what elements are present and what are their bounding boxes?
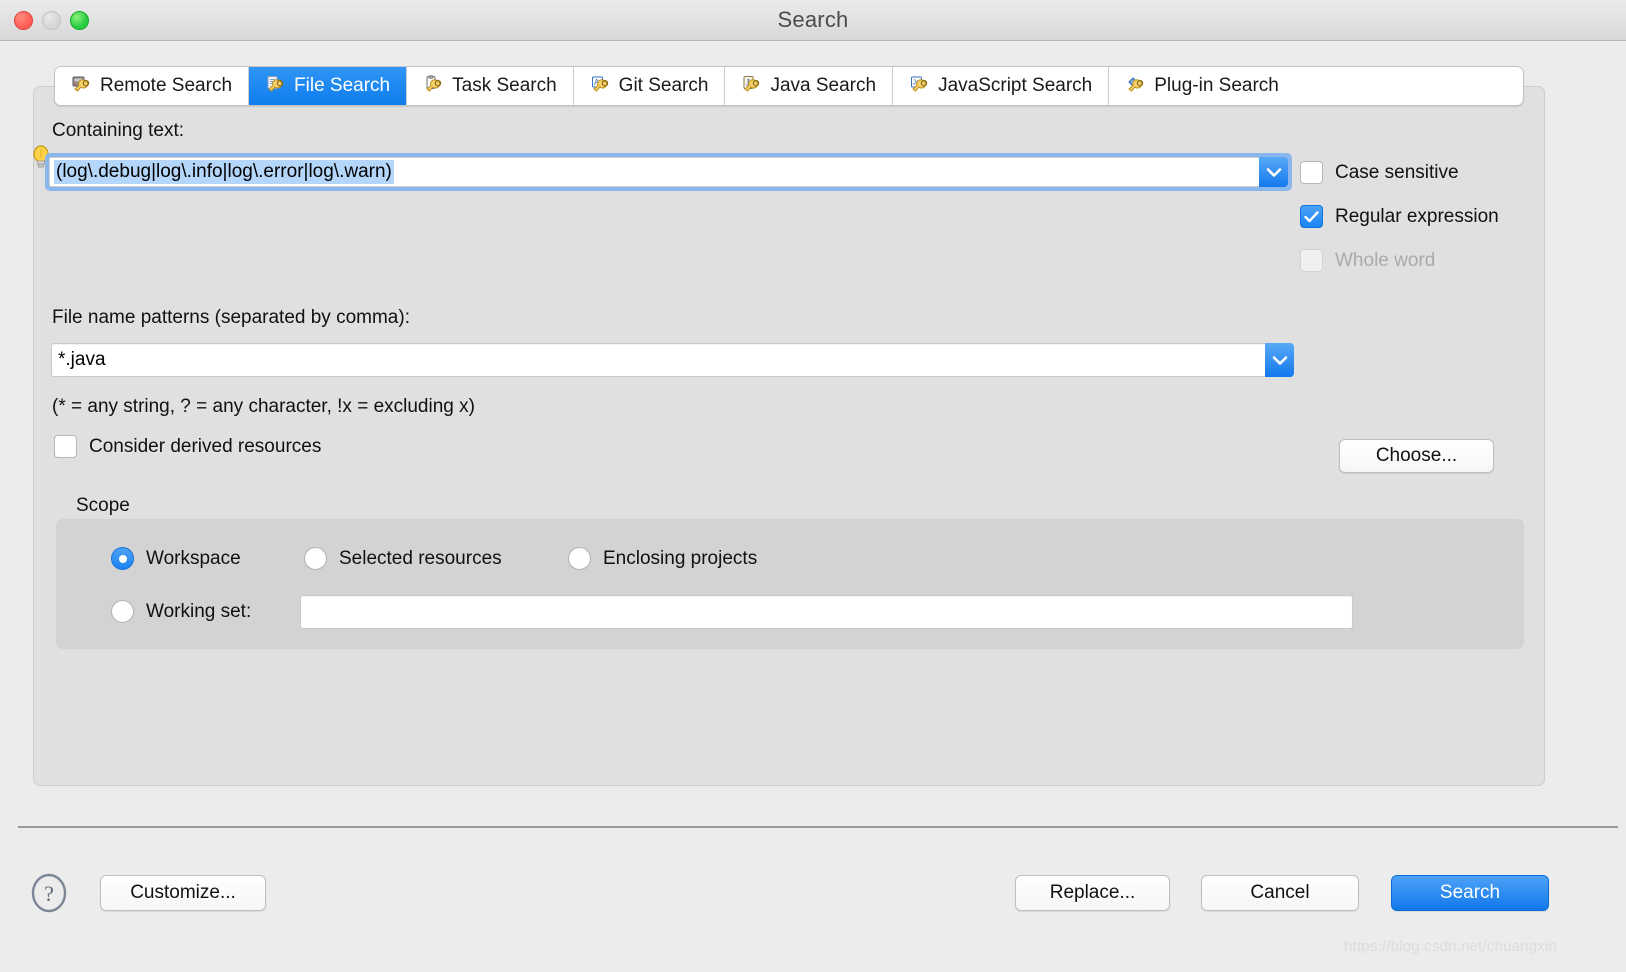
tab-label: Remote Search bbox=[100, 75, 233, 96]
file-name-patterns-dropdown-button[interactable] bbox=[1265, 343, 1294, 377]
file-name-patterns-combo[interactable]: *.java bbox=[51, 343, 1294, 377]
tab-task-search[interactable]: Task Search bbox=[407, 67, 574, 105]
search-page-panel: Containing text: (log\.debug|log\.info|l… bbox=[33, 86, 1545, 786]
chevron-down-icon bbox=[1266, 167, 1281, 177]
tab-label: Git Search bbox=[618, 75, 709, 96]
chevron-down-icon bbox=[1272, 355, 1287, 365]
whole-word-label: Whole word bbox=[1335, 249, 1436, 271]
selected-resources-radio[interactable] bbox=[304, 547, 327, 570]
containing-text-value: (log\.debug|log\.info|log\.error|log\.wa… bbox=[54, 160, 394, 184]
consider-derived-label: Consider derived resources bbox=[89, 435, 322, 457]
file-name-patterns-label: File name patterns (separated by comma): bbox=[52, 307, 410, 328]
case-sensitive-checkbox[interactable] bbox=[1300, 161, 1323, 184]
working-set-radio[interactable] bbox=[111, 600, 134, 623]
enclosing-projects-label: Enclosing projects bbox=[603, 547, 758, 569]
whole-word-checkbox-row: Whole word bbox=[1300, 249, 1435, 272]
javascript-search-icon: Js bbox=[911, 76, 928, 92]
task-search-icon bbox=[426, 75, 442, 92]
search-tabs: Remote Search File Search Task Search A … bbox=[54, 66, 1524, 106]
watermark-text: https://blog.csdn.net/chuangxin bbox=[1344, 938, 1558, 955]
file-name-patterns-input[interactable]: *.java bbox=[51, 343, 1265, 377]
case-sensitive-checkbox-row[interactable]: Case sensitive bbox=[1300, 161, 1459, 184]
tab-git-search[interactable]: A Git Search bbox=[573, 67, 726, 105]
svg-text:?: ? bbox=[44, 881, 54, 906]
scope-group-label: Scope bbox=[76, 495, 130, 516]
tab-label: File Search bbox=[294, 75, 391, 96]
footer-separator bbox=[18, 826, 1618, 828]
customize-button[interactable]: Customize... bbox=[100, 875, 266, 911]
scope-group-box: Workspace Selected resources Enclosing p… bbox=[56, 519, 1524, 649]
working-set-input[interactable] bbox=[300, 595, 1353, 629]
tab-java-search[interactable]: J Java Search bbox=[725, 67, 894, 105]
remote-search-icon bbox=[72, 76, 90, 92]
scope-radio-working-set[interactable]: Working set: bbox=[111, 600, 251, 623]
git-search-icon: A bbox=[591, 76, 608, 92]
search-dialog-window: Search Containing text: (log\.debug|log\… bbox=[0, 0, 1626, 972]
containing-text-dropdown-button[interactable] bbox=[1259, 157, 1288, 187]
window-controls bbox=[14, 11, 89, 30]
whole-word-checkbox bbox=[1300, 249, 1323, 272]
help-icon[interactable]: ? bbox=[30, 873, 68, 913]
window-title: Search bbox=[777, 7, 849, 32]
tab-file-search[interactable]: File Search bbox=[249, 67, 408, 105]
titlebar: Search bbox=[0, 0, 1626, 41]
replace-button[interactable]: Replace... bbox=[1015, 875, 1170, 911]
case-sensitive-label: Case sensitive bbox=[1335, 161, 1459, 183]
maximize-button[interactable] bbox=[70, 11, 89, 30]
pattern-hint-text: (* = any string, ? = any character, !x =… bbox=[52, 396, 475, 417]
working-set-label: Working set: bbox=[146, 600, 252, 622]
regular-expression-label: Regular expression bbox=[1335, 205, 1499, 227]
java-search-icon: J bbox=[743, 76, 760, 92]
workspace-label: Workspace bbox=[146, 547, 241, 569]
checkmark-icon bbox=[1304, 210, 1319, 222]
tab-plugin-search[interactable]: Plug-in Search bbox=[1109, 67, 1295, 105]
scope-radio-workspace[interactable]: Workspace bbox=[111, 547, 241, 570]
regular-expression-checkbox-row[interactable]: Regular expression bbox=[1300, 205, 1499, 228]
search-button[interactable]: Search bbox=[1391, 875, 1549, 911]
scope-radio-selected-resources[interactable]: Selected resources bbox=[304, 547, 502, 570]
containing-text-combo[interactable]: (log\.debug|log\.info|log\.error|log\.wa… bbox=[45, 153, 1292, 191]
tab-label: Task Search bbox=[452, 75, 557, 96]
minimize-button[interactable] bbox=[42, 11, 61, 30]
file-name-patterns-value: *.java bbox=[58, 349, 106, 370]
file-search-icon bbox=[267, 76, 284, 92]
scope-radio-enclosing-projects[interactable]: Enclosing projects bbox=[568, 547, 757, 570]
close-button[interactable] bbox=[14, 11, 33, 30]
tab-label: Java Search bbox=[770, 75, 877, 96]
plugin-search-icon bbox=[1128, 77, 1144, 92]
regular-expression-checkbox[interactable] bbox=[1300, 205, 1323, 228]
choose-pattern-button[interactable]: Choose... bbox=[1339, 439, 1494, 473]
consider-derived-checkbox[interactable] bbox=[54, 435, 77, 458]
cancel-button[interactable]: Cancel bbox=[1201, 875, 1359, 911]
containing-text-label: Containing text: bbox=[52, 120, 185, 141]
containing-text-input[interactable]: (log\.debug|log\.info|log\.error|log\.wa… bbox=[49, 157, 1259, 187]
tab-javascript-search[interactable]: Js JavaScript Search bbox=[893, 67, 1110, 105]
enclosing-projects-radio[interactable] bbox=[568, 547, 591, 570]
tab-label: Plug-in Search bbox=[1154, 75, 1279, 96]
tab-label: JavaScript Search bbox=[938, 75, 1093, 96]
workspace-radio[interactable] bbox=[111, 547, 134, 570]
selected-resources-label: Selected resources bbox=[339, 547, 502, 569]
tab-remote-search[interactable]: Remote Search bbox=[55, 67, 250, 105]
consider-derived-checkbox-row[interactable]: Consider derived resources bbox=[54, 435, 321, 458]
